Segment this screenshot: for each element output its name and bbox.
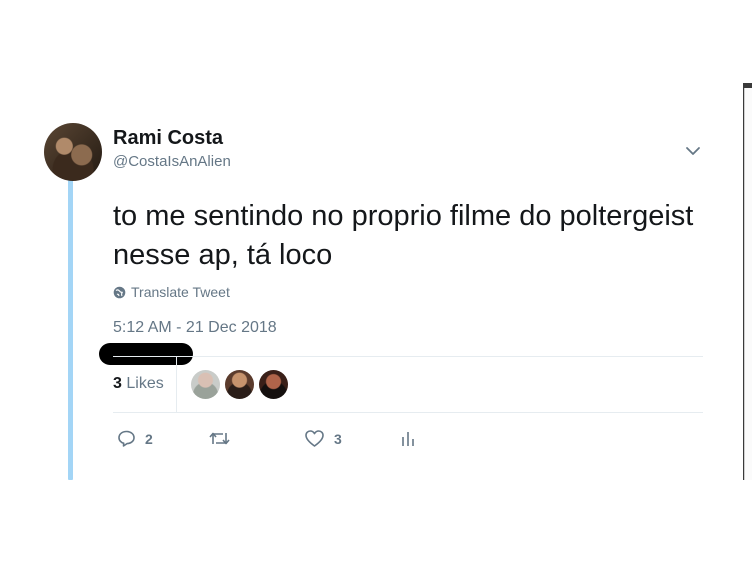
display-name[interactable]: Rami Costa — [113, 127, 223, 150]
translate-tweet-label: Translate Tweet — [131, 284, 230, 300]
like-count: 3 — [334, 430, 342, 447]
liker-avatar[interactable] — [259, 370, 288, 399]
divider — [113, 356, 703, 357]
likes-count: 3 — [113, 375, 122, 392]
globe-icon — [113, 286, 126, 299]
user-handle[interactable]: @CostaIsAnAlien — [113, 153, 231, 170]
divider — [113, 412, 703, 413]
thread-line — [68, 180, 73, 480]
retweet-button[interactable] — [208, 429, 240, 448]
heart-icon — [304, 429, 325, 448]
analytics-button[interactable] — [400, 429, 416, 448]
redaction-mark — [99, 343, 193, 365]
avatar[interactable] — [44, 123, 102, 181]
likes-label: Likes — [126, 375, 164, 392]
tweet-text: to me sentindo no proprio filme do polte… — [113, 200, 694, 271]
likes-count-link[interactable]: 3 Likes — [113, 375, 164, 393]
translate-tweet-link[interactable]: Translate Tweet — [113, 284, 230, 300]
reply-icon — [117, 429, 136, 448]
reply-button[interactable]: 2 — [117, 429, 153, 448]
liker-avatar[interactable] — [225, 370, 254, 399]
like-button[interactable]: 3 — [304, 429, 342, 448]
tweet-timestamp[interactable]: 5:12 AM - 21 Dec 2018 — [113, 319, 277, 337]
chevron-down-icon[interactable] — [683, 143, 703, 159]
liker-avatar[interactable] — [191, 370, 220, 399]
reply-count: 2 — [145, 430, 153, 447]
analytics-icon — [400, 429, 416, 448]
divider — [176, 357, 177, 412]
scrollbar-track[interactable] — [744, 88, 752, 480]
retweet-icon — [208, 429, 231, 448]
